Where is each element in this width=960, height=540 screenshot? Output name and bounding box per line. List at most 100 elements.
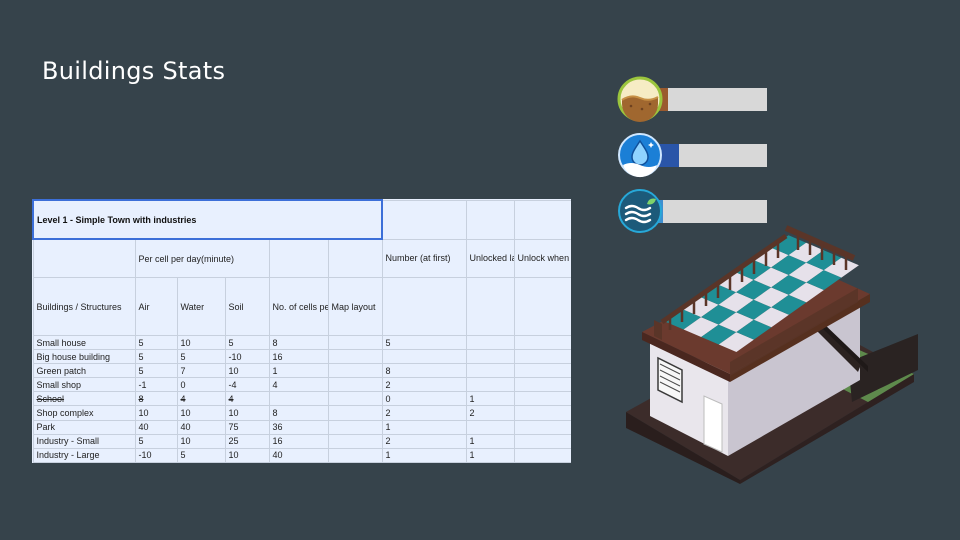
slide-title: Buildings Stats [42, 57, 226, 85]
table-cell: 16 [268, 433, 329, 449]
table-cell: 40 [268, 447, 329, 463]
row-label: Green patch [32, 363, 136, 379]
table-cell: 0 [381, 391, 467, 407]
table-cell: 40 [176, 419, 226, 435]
table-cell: 5 [134, 433, 178, 449]
soil-icon [617, 76, 663, 122]
table-cell: 10 [224, 363, 270, 379]
table-cell: -1 [134, 377, 178, 393]
table-cell: 4 [224, 391, 270, 407]
table-row: Green patch 5 7 10 1 8 [32, 363, 571, 379]
table-row: Shop complex 10 10 10 8 2 2 [32, 405, 571, 421]
table-cell [268, 391, 329, 407]
table-cell [465, 334, 515, 351]
header-number: Number (at first) [381, 238, 467, 278]
group-header: Per cell per day(minute) [134, 238, 270, 278]
water-bar [657, 144, 767, 167]
table-cell [513, 391, 571, 407]
column-header: Buildings / Structures [32, 277, 136, 336]
table-title: Level 1 - Simple Town with industries [32, 199, 384, 240]
table-cell: 1 [381, 419, 467, 435]
table-cell [513, 363, 571, 379]
table-cell: -10 [224, 349, 270, 365]
row-label: Industry - Small [32, 433, 136, 449]
table-cell [513, 419, 571, 435]
table-cell: 0 [176, 377, 226, 393]
table-cell [513, 447, 571, 463]
row-label: School [32, 391, 136, 407]
table-cell [327, 349, 383, 365]
table-cell: 1 [268, 363, 329, 379]
table-cell: 10 [176, 433, 226, 449]
row-label: Big house building [32, 349, 136, 365]
table-cell [513, 433, 571, 449]
table-cell: 5 [224, 334, 270, 351]
table-cell [513, 377, 571, 393]
header-unlocked: Unlocked later [465, 238, 515, 278]
table-cell [381, 349, 467, 365]
table-cell [327, 433, 383, 449]
table-cell [513, 405, 571, 421]
air-bar [657, 200, 767, 223]
table-row: School 8 4 4 0 1 [32, 391, 571, 407]
table-row: Small shop -1 0 -4 4 2 [32, 377, 571, 393]
column-header: Water [176, 277, 226, 336]
table-cell: 5 [176, 447, 226, 463]
table-row: Small house 5 10 5 8 5 [32, 334, 571, 351]
table-cell [327, 419, 383, 435]
table-cell: 16 [268, 349, 329, 365]
table-cell: -4 [224, 377, 270, 393]
table-cell: 1 [465, 447, 515, 463]
table-cell: 8 [268, 405, 329, 421]
table-cell [327, 391, 383, 407]
table-row: Industry - Large -10 5 10 40 1 1 [32, 447, 571, 463]
water-drop-icon [617, 132, 663, 178]
table-cell: 4 [176, 391, 226, 407]
table-cell: 5 [134, 363, 178, 379]
table-cell: 2 [465, 405, 515, 421]
column-header: Air [134, 277, 178, 336]
table-cell [327, 363, 383, 379]
table-cell [513, 349, 571, 365]
table-cell [327, 447, 383, 463]
table-cell: 2 [381, 377, 467, 393]
table-cell: 10 [224, 447, 270, 463]
table-cell: 1 [381, 447, 467, 463]
table-cell: 2 [381, 405, 467, 421]
table-cell: 25 [224, 433, 270, 449]
table-cell [513, 334, 571, 351]
table-cell: 4 [268, 377, 329, 393]
table-cell: 10 [134, 405, 178, 421]
column-header: Soil [224, 277, 270, 336]
table-cell: 5 [176, 349, 226, 365]
row-label: Park [32, 419, 136, 435]
table-cell [465, 349, 515, 365]
row-label: Small shop [32, 377, 136, 393]
house-illustration [622, 222, 930, 484]
row-label: Industry - Large [32, 447, 136, 463]
table-cell: 2 [381, 433, 467, 449]
table-cell: -10 [134, 447, 178, 463]
header-unlock-how: Unlock when and how? [513, 238, 571, 278]
table-cell: 1 [465, 433, 515, 449]
table-cell: 40 [134, 419, 178, 435]
table-row: Big house building 5 5 -10 16 [32, 349, 571, 365]
table-cell: 8 [268, 334, 329, 351]
table-cell: 10 [224, 405, 270, 421]
table-cell [465, 419, 515, 435]
table-cell: 10 [176, 334, 226, 351]
soil-bar [657, 88, 767, 111]
table-cell: 36 [268, 419, 329, 435]
row-label: Shop complex [32, 405, 136, 421]
table-cell [327, 405, 383, 421]
table-cell: 75 [224, 419, 270, 435]
spreadsheet: Level 1 - Simple Town with industries Pe… [32, 199, 571, 463]
soil-gauge [617, 76, 767, 124]
buildings-table: Level 1 - Simple Town with industries Pe… [32, 199, 571, 463]
column-header: No. of cells per instance [268, 277, 329, 336]
table-cell [327, 334, 383, 351]
table-cell: 10 [176, 405, 226, 421]
table-cell: 5 [381, 334, 467, 351]
column-header: Map layout [327, 277, 383, 336]
table-row: Park 40 40 75 36 1 [32, 419, 571, 435]
